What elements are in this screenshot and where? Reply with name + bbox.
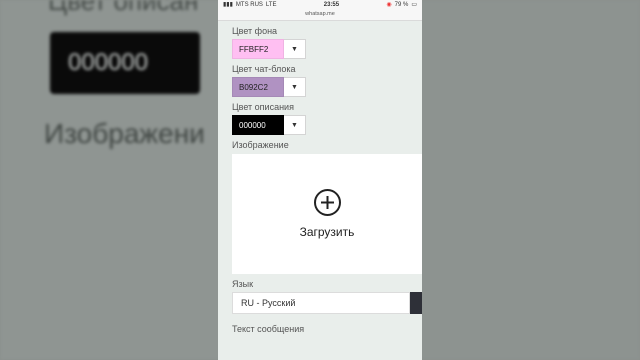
- chat-color-picker[interactable]: B092C2 ▼: [232, 77, 422, 97]
- desc-color-label: Цвет описания: [232, 102, 294, 112]
- phone-screen: ▮▮▮ MTS RUS LTE 23:55 ◉ 79 % ▭ whatsap.m…: [218, 0, 422, 360]
- battery-level: 79 %: [394, 1, 409, 8]
- url-bar[interactable]: whatsap.me: [218, 9, 422, 21]
- network-type: LTE: [265, 1, 277, 8]
- language-select-handle[interactable]: [410, 292, 422, 314]
- clock: 23:55: [323, 1, 340, 8]
- caret-down-icon: ▼: [291, 121, 298, 129]
- background-color-value: 000000: [68, 49, 149, 76]
- image-upload-area[interactable]: Загрузить: [232, 154, 422, 274]
- background-right-panel: [420, 0, 640, 360]
- desc-color-picker[interactable]: 000000 ▼: [232, 115, 422, 135]
- bg-color-label: Цвет фона: [232, 26, 278, 36]
- caret-down-icon: ▼: [291, 83, 298, 91]
- chat-color-dropdown[interactable]: ▼: [284, 77, 306, 97]
- background-color-box: 000000: [50, 32, 200, 94]
- desc-color-dropdown[interactable]: ▼: [284, 115, 306, 135]
- upload-button-label[interactable]: Загрузить: [300, 225, 355, 239]
- background-label-image: Изображени: [44, 118, 205, 149]
- language-select-row[interactable]: RU - Русский: [232, 292, 422, 314]
- status-bar: ▮▮▮ MTS RUS LTE 23:55 ◉ 79 % ▭: [218, 0, 422, 9]
- chat-color-label: Цвет чат-блока: [232, 64, 296, 74]
- image-label: Изображение: [232, 140, 289, 150]
- language-label: Язык: [232, 279, 254, 289]
- bg-color-picker[interactable]: FFBFF2 ▼: [232, 39, 422, 59]
- caret-down-icon: ▼: [291, 45, 298, 53]
- signal-icon: ▮▮▮: [223, 2, 233, 8]
- language-select[interactable]: RU - Русский: [232, 292, 410, 314]
- background-label-description-color: Цвет описан: [48, 0, 199, 16]
- message-label: Текст сообщения: [232, 324, 305, 334]
- chat-color-swatch[interactable]: B092C2: [232, 77, 284, 97]
- form-content: Цвет фона FFBFF2 ▼ Цвет чат-блока B092C2…: [218, 26, 422, 334]
- bg-color-swatch[interactable]: FFBFF2: [232, 39, 284, 59]
- battery-icon: ▭: [411, 2, 417, 8]
- bg-color-dropdown[interactable]: ▼: [284, 39, 306, 59]
- alarm-icon: ◉: [386, 2, 392, 8]
- desc-color-swatch[interactable]: 000000: [232, 115, 284, 135]
- carrier: MTS RUS: [235, 1, 263, 8]
- plus-circle-icon[interactable]: [313, 189, 341, 216]
- url-text: whatsap.me: [305, 11, 335, 17]
